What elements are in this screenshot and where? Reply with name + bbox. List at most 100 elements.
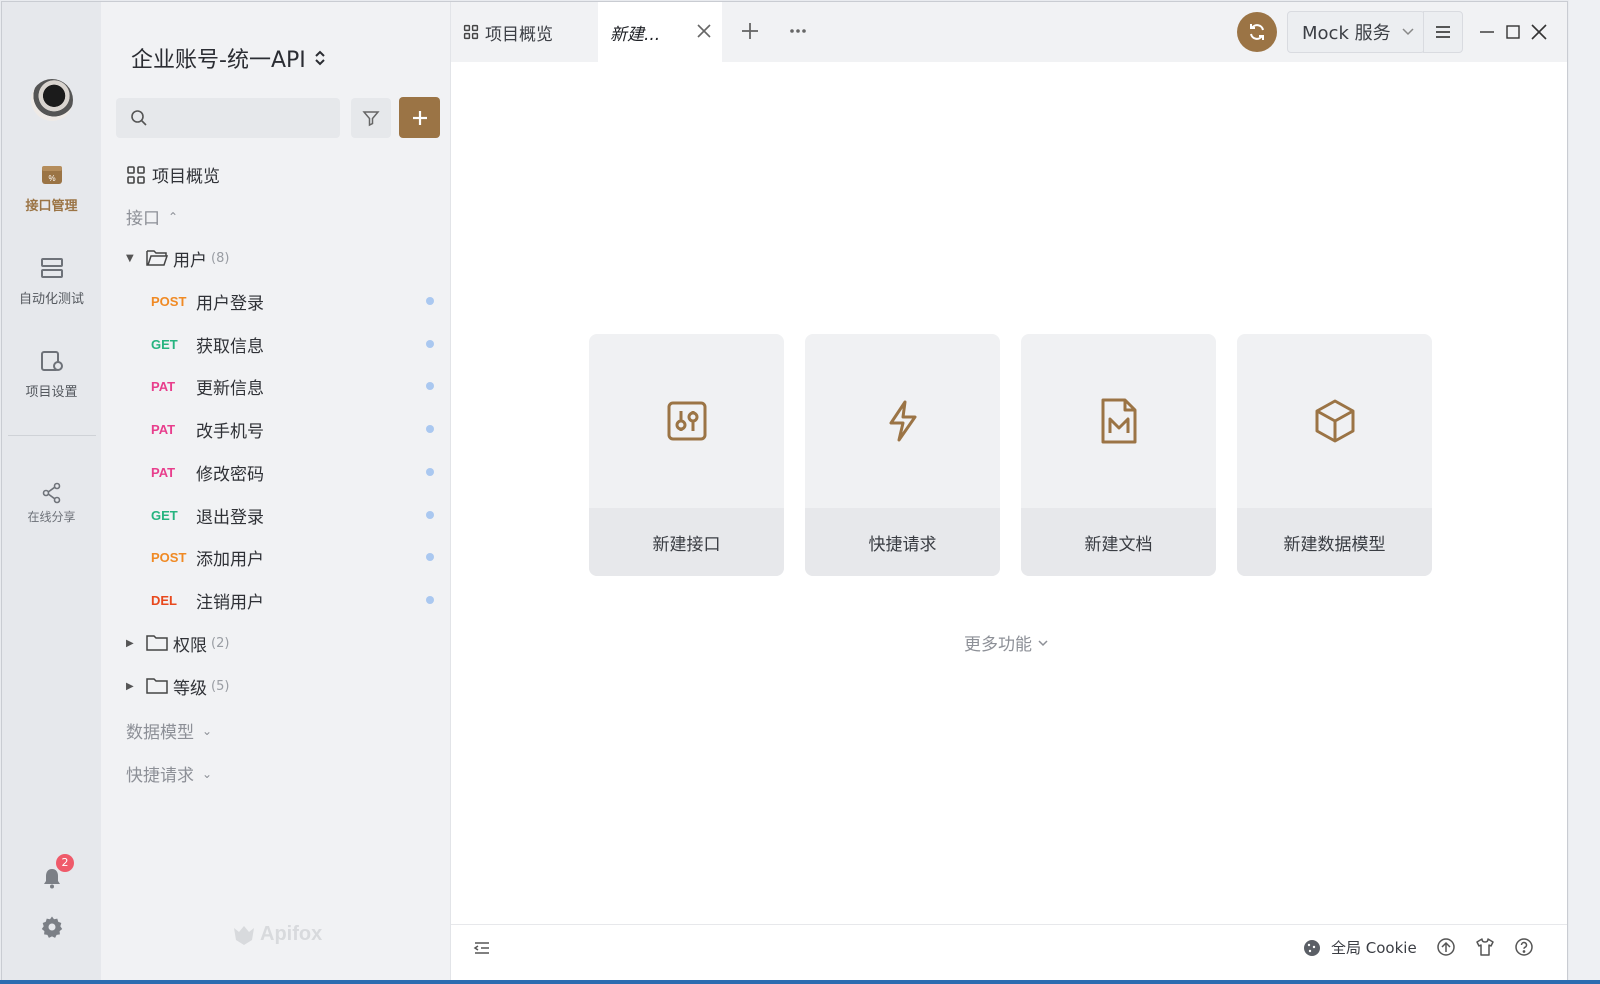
search-box[interactable] xyxy=(116,98,340,138)
tab-label: 新建... xyxy=(610,24,661,45)
card-quick-request[interactable]: 快捷请求 xyxy=(805,334,1000,576)
chevron-down-icon: ⌄ xyxy=(202,723,213,738)
apifox-watermark: Apifox xyxy=(232,923,322,946)
sidebar: 企业账号-统一API 项目概览 接口 ⌃ ▼ 用户 (8) POST 用户登录 … xyxy=(101,2,451,981)
minimize-icon[interactable] xyxy=(1477,22,1497,42)
api-item[interactable]: PAT 改手机号 xyxy=(151,414,436,444)
api-name: 修改密码 xyxy=(196,464,264,485)
cube-icon xyxy=(1315,399,1354,443)
shirt-icon[interactable] xyxy=(1475,937,1495,957)
lightning-icon xyxy=(889,400,916,442)
status-dot xyxy=(426,340,434,348)
add-button[interactable] xyxy=(399,97,440,138)
tab-label: 项目概览 xyxy=(485,24,553,45)
folder-count: (5) xyxy=(211,678,230,694)
tab-overview[interactable]: 项目概览 xyxy=(463,2,553,62)
api-name: 更新信息 xyxy=(196,378,264,399)
main-content: 新建接口 快捷请求 新建文档 新建数据模型 更多功能 xyxy=(451,62,1567,924)
api-name: 注销用户 xyxy=(196,592,264,613)
api-item[interactable]: PAT 更新信息 xyxy=(151,371,436,401)
maximize-icon[interactable] xyxy=(1503,22,1523,42)
filter-icon xyxy=(362,111,380,127)
rail-label: 项目设置 xyxy=(25,384,78,400)
status-dot xyxy=(426,297,434,305)
help-icon[interactable] xyxy=(1514,937,1534,957)
folder-name: 等级 xyxy=(173,678,207,699)
notification-badge: 2 xyxy=(56,854,74,872)
card-new-doc[interactable]: 新建文档 xyxy=(1021,334,1216,576)
section-data-model[interactable]: 数据模型 ⌄ xyxy=(126,718,212,743)
folder-count: (2) xyxy=(211,635,230,651)
api-item[interactable]: POST 添加用户 xyxy=(151,542,436,572)
status-dot xyxy=(426,553,434,561)
api-icon xyxy=(667,401,706,441)
sync-button[interactable] xyxy=(1237,12,1277,52)
desktop-edge xyxy=(1569,0,1600,984)
avatar[interactable] xyxy=(31,79,73,121)
section-quick-request[interactable]: 快捷请求 ⌄ xyxy=(126,761,212,786)
new-tab-plus-icon[interactable] xyxy=(739,20,761,42)
api-name: 获取信息 xyxy=(196,336,264,357)
api-item[interactable]: DEL 注销用户 xyxy=(151,585,436,615)
watermark-text: Apifox xyxy=(260,923,323,945)
upload-icon[interactable] xyxy=(1436,937,1456,957)
status-dot xyxy=(426,596,434,604)
window-close-icon[interactable] xyxy=(1529,22,1549,42)
mock-service-select[interactable]: Mock 服务 xyxy=(1287,11,1425,53)
tab-new[interactable]: 新建... xyxy=(598,2,722,62)
search-input[interactable] xyxy=(156,110,336,126)
card-icon-area xyxy=(805,334,1000,508)
folder-name: 权限 xyxy=(173,635,207,656)
section-api[interactable]: 接口 ⌃ xyxy=(126,204,178,229)
taskbar-edge xyxy=(0,980,1600,984)
rail-item-share[interactable]: 在线分享 xyxy=(2,482,101,525)
api-item[interactable]: PAT 修改密码 xyxy=(151,457,436,487)
markdown-doc-icon xyxy=(1101,398,1136,444)
folder-count: (8) xyxy=(211,250,230,266)
card-label: 新建数据模型 xyxy=(1237,508,1432,576)
project-settings-icon xyxy=(40,350,63,371)
more-icon[interactable] xyxy=(787,20,809,42)
card-icon-area xyxy=(589,334,784,508)
menu-button[interactable] xyxy=(1423,11,1463,53)
api-item[interactable]: GET 退出登录 xyxy=(151,500,436,530)
status-dot xyxy=(426,382,434,390)
hamburger-icon xyxy=(1436,26,1450,38)
folder-icon xyxy=(146,678,168,694)
filter-button[interactable] xyxy=(351,98,391,138)
rail-label: 在线分享 xyxy=(27,510,76,524)
svg-text:%: % xyxy=(48,174,55,183)
folder-users[interactable]: ▼ 用户 (8) xyxy=(126,246,230,271)
more-functions-toggle[interactable]: 更多功能 xyxy=(964,630,1048,655)
api-name: 用户登录 xyxy=(196,293,264,314)
api-item[interactable]: POST 用户登录 xyxy=(151,286,436,316)
close-icon[interactable] xyxy=(696,23,712,39)
more-functions-label: 更多功能 xyxy=(964,635,1032,655)
card-new-data-model[interactable]: 新建数据模型 xyxy=(1237,334,1432,576)
left-rail: % 接口管理 自动化测试 项目设置 在线分享 2 xyxy=(2,2,101,981)
gear-icon[interactable] xyxy=(40,915,64,939)
rail-item-automation[interactable]: 自动化测试 xyxy=(2,245,101,317)
overview-label: 项目概览 xyxy=(152,167,220,187)
sidebar-overview-link[interactable]: 项目概览 xyxy=(126,162,220,187)
api-manage-icon: % xyxy=(41,165,62,184)
updown-chevron-icon xyxy=(315,50,325,66)
method-badge: POST xyxy=(151,293,187,309)
folder-levels[interactable]: ▶ 等级 (5) xyxy=(126,674,230,699)
folder-open-icon xyxy=(146,250,168,266)
method-badge: DEL xyxy=(151,592,177,608)
app-window: % 接口管理 自动化测试 项目设置 在线分享 2 企业账号-统一API 项目概览… xyxy=(1,1,1568,982)
collapse-sidebar-icon[interactable] xyxy=(473,939,491,957)
method-badge: PAT xyxy=(151,378,176,394)
api-item[interactable]: GET 获取信息 xyxy=(151,329,436,359)
rail-divider xyxy=(8,435,96,436)
card-label: 快捷请求 xyxy=(805,508,1000,576)
folder-permissions[interactable]: ▶ 权限 (2) xyxy=(126,631,230,656)
project-switcher[interactable]: 企业账号-统一API xyxy=(131,42,326,74)
global-cookie-button[interactable]: 全局 Cookie xyxy=(1303,937,1417,958)
caret-down-icon: ▼ xyxy=(126,252,134,264)
card-new-api[interactable]: 新建接口 xyxy=(589,334,784,576)
rail-item-project-settings[interactable]: 项目设置 xyxy=(2,338,101,410)
rail-item-api-manage[interactable]: % 接口管理 xyxy=(2,152,101,224)
caret-right-icon: ▶ xyxy=(126,680,134,692)
